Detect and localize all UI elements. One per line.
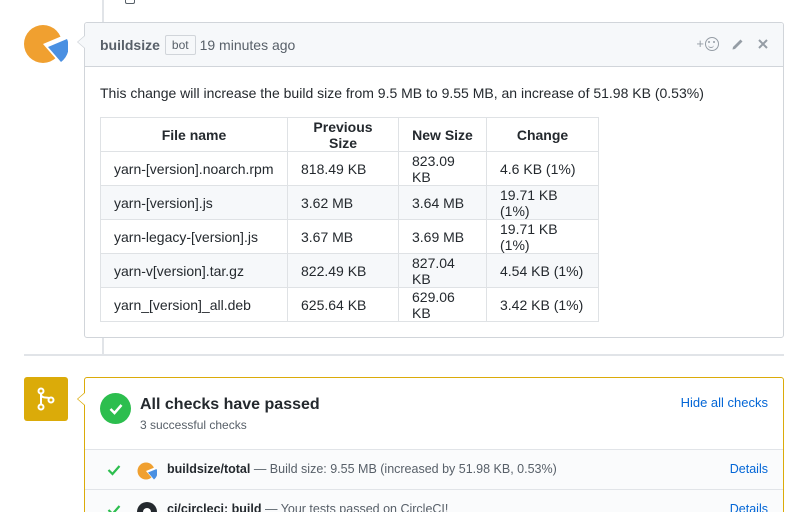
table-cell: 4.54 KB (1%) xyxy=(486,253,599,288)
table-cell: yarn-[version].noarch.rpm xyxy=(100,151,288,186)
check-icon xyxy=(107,505,121,512)
check-description: — Your tests passed on CircleCI! xyxy=(261,502,449,512)
comment-actions: + xyxy=(696,36,769,51)
table-cell: 629.06 KB xyxy=(398,287,487,322)
pencil-icon[interactable] xyxy=(731,37,745,51)
comment-author[interactable]: buildsize xyxy=(100,37,160,53)
table-cell: 19.71 KB (1%) xyxy=(486,219,599,254)
check-row-text: ci/circleci: build — Your tests passed o… xyxy=(167,502,448,512)
bot-badge: bot xyxy=(164,34,196,55)
circleci-icon xyxy=(137,502,157,512)
table-cell: yarn-[version].js xyxy=(100,185,288,220)
timeline-line xyxy=(102,338,104,354)
git-merge-icon xyxy=(37,387,55,411)
size-table: File name Previous Size New Size Change … xyxy=(100,117,599,322)
comment-timestamp[interactable]: 19 minutes ago xyxy=(200,37,296,53)
success-check-icon xyxy=(100,393,131,424)
checks-header: All checks have passed 3 successful chec… xyxy=(85,378,783,450)
column-header: File name xyxy=(100,117,288,152)
table-cell: 19.71 KB (1%) xyxy=(486,185,599,220)
hide-all-checks-link[interactable]: Hide all checks xyxy=(681,395,768,410)
details-link[interactable]: Details xyxy=(730,462,768,476)
merge-status-icon xyxy=(24,377,68,421)
column-header: New Size xyxy=(398,117,487,152)
table-header-row: File name Previous Size New Size Change xyxy=(100,117,599,152)
comment-header: buildsize bot 19 minutes ago + xyxy=(85,23,783,67)
comment-text: This change will increase the build size… xyxy=(100,85,704,101)
check-row-text: buildsize/total — Build size: 9.55 MB (i… xyxy=(167,462,557,476)
timeline-event-icon xyxy=(125,0,135,4)
plus-label: + xyxy=(696,36,704,51)
buildsize-app-icon xyxy=(137,462,157,480)
check-row: buildsize/total — Build size: 9.55 MB (i… xyxy=(85,450,783,490)
check-name: ci/circleci: build xyxy=(167,502,262,512)
table-cell: 3.64 MB xyxy=(398,185,487,220)
comment-body: This change will increase the build size… xyxy=(85,67,783,338)
column-header: Previous Size xyxy=(287,117,399,152)
check-description: — Build size: 9.55 MB (increased by 51.9… xyxy=(250,462,557,476)
check-name: buildsize/total xyxy=(167,462,251,476)
table-cell: 827.04 KB xyxy=(398,253,487,288)
add-reaction-button[interactable]: + xyxy=(696,36,719,51)
check-row: ci/circleci: build — Your tests passed o… xyxy=(85,490,783,512)
buildsize-avatar[interactable] xyxy=(23,23,69,65)
checks-panel: All checks have passed 3 successful chec… xyxy=(77,377,784,512)
close-icon[interactable] xyxy=(757,38,769,50)
column-header: Change xyxy=(486,117,599,152)
table-row: yarn-legacy-[version].js 3.67 MB 3.69 MB… xyxy=(100,219,599,254)
smiley-icon xyxy=(705,36,719,51)
table-cell: yarn-v[version].tar.gz xyxy=(100,253,288,288)
table-cell: 3.42 KB (1%) xyxy=(486,287,599,322)
table-cell: 4.6 KB (1%) xyxy=(486,151,599,186)
check-icon xyxy=(107,465,121,476)
comment-box: buildsize bot 19 minutes ago + This chan… xyxy=(77,22,784,338)
table-row: yarn_[version]_all.deb 625.64 KB 629.06 … xyxy=(100,287,599,322)
table-cell: 3.67 MB xyxy=(287,219,399,254)
table-cell: 818.49 KB xyxy=(287,151,399,186)
table-cell: 3.69 MB xyxy=(398,219,487,254)
table-cell: 822.49 KB xyxy=(287,253,399,288)
table-cell: yarn_[version]_all.deb xyxy=(100,287,288,322)
checks-title: All checks have passed xyxy=(140,396,320,413)
table-row: yarn-[version].noarch.rpm 818.49 KB 823.… xyxy=(100,151,599,186)
table-row: yarn-[version].js 3.62 MB 3.64 MB 19.71 … xyxy=(100,185,599,220)
table-cell: yarn-legacy-[version].js xyxy=(100,219,288,254)
timeline-separator xyxy=(24,354,784,356)
details-link[interactable]: Details xyxy=(730,502,768,512)
checks-subtitle: 3 successful checks xyxy=(140,418,247,432)
table-cell: 625.64 KB xyxy=(287,287,399,322)
table-cell: 823.09 KB xyxy=(398,151,487,186)
table-row: yarn-v[version].tar.gz 822.49 KB 827.04 … xyxy=(100,253,599,288)
timeline-line xyxy=(102,0,104,22)
table-cell: 3.62 MB xyxy=(287,185,399,220)
